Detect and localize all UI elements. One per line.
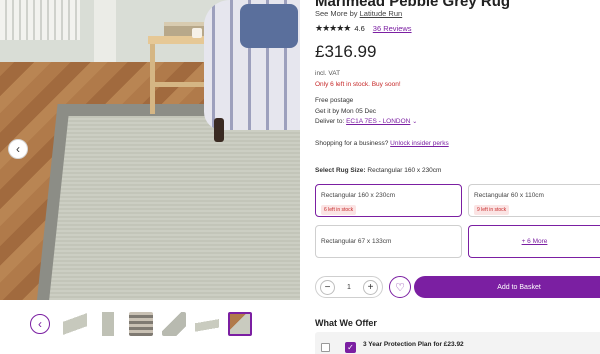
prev-image-button[interactable]: ‹ [8, 139, 28, 159]
heart-icon: ♡ [395, 281, 405, 294]
thumbnail-4[interactable] [162, 312, 186, 336]
quantity-decrease-button[interactable]: − [320, 279, 335, 295]
quantity-increase-button[interactable]: + [363, 279, 378, 295]
offers-heading: What We Offer [315, 318, 377, 328]
size-option-67x133[interactable]: Rectangular 67 x 133cm [315, 225, 462, 258]
see-more-by: See More by Latitude Run [315, 9, 402, 18]
chevron-down-icon[interactable]: ⌄ [412, 119, 417, 125]
size-option-label: Rectangular 67 x 133cm [321, 238, 392, 245]
size-option-160x230[interactable]: Rectangular 160 x 230cm 6 left in stock [315, 184, 462, 217]
delivery-estimate: Get it by Mon 05 Dec [315, 107, 377, 115]
add-to-basket-button[interactable]: Add to Basket [414, 276, 600, 298]
candle [192, 28, 202, 38]
chevron-left-icon: ‹ [38, 317, 42, 331]
product-gallery: ‹ ‹ [0, 0, 300, 354]
vat-note: incl. VAT [315, 70, 341, 77]
deliver-to-location-link[interactable]: EC1A 7ES - LONDON [346, 118, 410, 125]
cushion [240, 4, 298, 48]
thumbnail-3[interactable] [129, 312, 153, 336]
side-table-leg [150, 44, 155, 114]
side-table-top [148, 36, 212, 44]
stock-badge: 6 left in stock [321, 205, 357, 215]
thumbnail-5[interactable] [195, 312, 219, 336]
reviews-link[interactable]: 36 Reviews [373, 24, 412, 33]
product-details: Marimead Pebble Grey Rug See More by Lat… [315, 0, 600, 354]
wall-pillar [94, 0, 116, 62]
business-prefix: Shopping for a business? [315, 140, 389, 147]
stock-badge: 9 left in stock [474, 205, 510, 215]
deliver-to-row: Deliver to: EC1A 7ES - LONDON ⌄ [315, 117, 417, 128]
product-price: £316.99 [315, 42, 377, 61]
size-option-60x110[interactable]: Rectangular 60 x 110cm 9 left in stock [468, 184, 600, 217]
brand-link[interactable]: Latitude Run [360, 9, 403, 18]
quantity-stepper: − 1 + [315, 276, 383, 298]
main-product-image[interactable]: ‹ [0, 0, 300, 300]
deliver-to-label: Deliver to: [315, 118, 345, 125]
size-selected-value: Rectangular 160 x 230cm [367, 167, 442, 174]
thumbnail-2[interactable] [96, 312, 120, 336]
size-selector-label: Select Rug Size: Rectangular 160 x 230cm [315, 167, 441, 174]
thumbnail-prev-button[interactable]: ‹ [30, 314, 50, 334]
shipping-info: Free postage Get it by Mon 05 Dec Delive… [315, 96, 417, 128]
rating-row: ★★★★★ 4.6 36 Reviews [315, 23, 412, 34]
size-label-title: Select Rug Size: [315, 167, 366, 174]
thumbnail-1[interactable] [63, 312, 87, 336]
shield-icon: ✓ [345, 342, 356, 353]
quantity-value[interactable]: 1 [347, 284, 351, 291]
size-option-label: Rectangular 160 x 230cm [321, 192, 396, 199]
see-more-prefix: See More by [315, 9, 358, 18]
protection-plan-checkbox[interactable] [321, 343, 330, 352]
rating-value: 4.6 [354, 24, 365, 33]
more-sizes-button[interactable]: + 6 More [468, 225, 600, 258]
size-option-label: Rectangular 60 x 110cm [474, 192, 544, 199]
armchair-leg [214, 118, 224, 142]
protection-plan-label: 3 Year Protection Plan for £23.92 [363, 341, 464, 348]
stock-warning: Only 6 left in stock. Buy soon! [315, 81, 401, 88]
insider-perks-link[interactable]: Unlock insider perks [390, 140, 449, 147]
star-rating-icon: ★★★★★ [315, 23, 351, 33]
side-table-shelf [154, 82, 206, 87]
thumbnail-6-selected[interactable] [228, 312, 252, 336]
thumbnail-strip: ‹ [0, 306, 300, 342]
radiator [0, 0, 80, 40]
postage-text: Free postage [315, 97, 354, 104]
more-sizes-label: + 6 More [521, 238, 548, 245]
chevron-left-icon: ‹ [16, 142, 20, 156]
rug-surface [47, 116, 300, 300]
wishlist-button[interactable]: ♡ [389, 276, 411, 298]
business-row: Shopping for a business? Unlock insider … [315, 140, 449, 147]
side-table [148, 36, 212, 114]
